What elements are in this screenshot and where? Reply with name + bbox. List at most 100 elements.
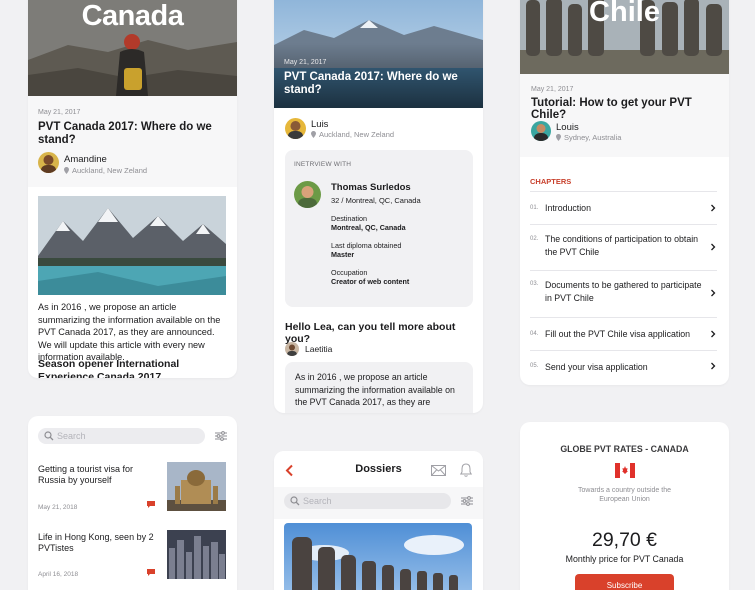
article-title[interactable]: PVT Canada 2017: Where do we stand? bbox=[284, 71, 469, 97]
dossiers-card: Dossiers Search bbox=[274, 451, 483, 590]
article-paragraph: As in 2016 , we propose an article summa… bbox=[38, 302, 221, 363]
city-skyline-thumbnail bbox=[167, 530, 226, 579]
avatar[interactable] bbox=[531, 121, 551, 141]
author-location: Sydney, Australia bbox=[556, 133, 621, 142]
subscribe-button-label: Subscribe bbox=[606, 581, 643, 590]
location-pin-icon bbox=[64, 167, 69, 174]
interview-card[interactable]: May 21, 2017 PVT Canada 2017: Where do w… bbox=[274, 0, 483, 413]
avatar-portrait bbox=[534, 124, 548, 141]
moai-photo bbox=[284, 523, 472, 590]
author-location: Auckland, New Zeland bbox=[311, 130, 394, 139]
list-item-title: Getting a tourist visa for Russia by you… bbox=[38, 464, 134, 485]
lake-mountain-image bbox=[38, 196, 226, 295]
interviewee-avatar bbox=[294, 181, 321, 208]
cathedral-thumbnail bbox=[167, 462, 226, 511]
article-card-canada[interactable]: Canada May 21, 2017 PVT Canada 2017: Whe… bbox=[28, 0, 237, 378]
chapter-label: The conditions of participation to obtai… bbox=[545, 234, 699, 257]
list-item-thumbnail bbox=[167, 462, 226, 511]
article-title[interactable]: Tutorial: How to get your PVT Chile? bbox=[531, 97, 726, 121]
chapter-item-2[interactable]: 02. The conditions of participation to o… bbox=[520, 225, 729, 271]
field-occupation-value: Creator of web content bbox=[331, 277, 410, 286]
chevron-right-icon bbox=[711, 330, 716, 338]
price-value: 29,70 € bbox=[591, 529, 658, 551]
interview-box: INETRVIEW WITH Thomas Surledos 32 / Mont… bbox=[285, 150, 473, 307]
interviewee-info: 32 / Montreal, QC, Canada bbox=[331, 196, 421, 205]
chapter-label: Fill out the PVT Chile visa application bbox=[545, 329, 691, 339]
chapter-item-4[interactable]: 04. Fill out the PVT Chile visa applicat… bbox=[520, 318, 729, 351]
chapter-number: 03. bbox=[530, 281, 539, 287]
section-subheading: Season opener International Experience C… bbox=[38, 358, 180, 378]
chapter-label: Introduction bbox=[545, 203, 591, 213]
field-diploma-value: Master bbox=[331, 250, 355, 259]
lake-mountains-illustration bbox=[38, 196, 226, 295]
pricing-heading: GLOBE PVT RATES - CANADA bbox=[560, 444, 689, 454]
interview-question: Hello Lea, can you tell more about you? bbox=[285, 321, 456, 345]
responder-avatar bbox=[285, 342, 299, 356]
price-caption: Monthly price for PVT Canada bbox=[565, 554, 684, 564]
location-pin-icon bbox=[311, 131, 316, 138]
chapter-number: 05. bbox=[530, 363, 539, 369]
search-placeholder: Search bbox=[57, 431, 86, 441]
author-name[interactable]: Luis bbox=[311, 119, 328, 130]
answer-box: As in 2016 , we propose an article summa… bbox=[285, 362, 473, 413]
search-input[interactable]: Search bbox=[284, 493, 451, 509]
responder-name: Laetitia bbox=[305, 344, 333, 354]
interviewee-name: Thomas Surledos bbox=[331, 182, 411, 193]
chevron-right-icon bbox=[711, 243, 716, 251]
avatar[interactable] bbox=[38, 152, 59, 173]
author-location-text: Sydney, Australia bbox=[564, 133, 622, 142]
chapter-item-5[interactable]: 05. Send your visa application bbox=[520, 351, 729, 381]
bell-icon[interactable] bbox=[460, 463, 472, 477]
search-placeholder: Search bbox=[303, 496, 332, 506]
list-item-title: Life in Hong Kong, seen by 2 PVTistes bbox=[38, 532, 154, 553]
chevron-right-icon bbox=[711, 289, 716, 297]
filter-icon[interactable] bbox=[461, 496, 473, 506]
comment-icon[interactable] bbox=[146, 500, 156, 509]
chapter-number: 04. bbox=[530, 331, 539, 337]
mail-icon[interactable] bbox=[431, 465, 446, 476]
article-date: May 21, 2017 bbox=[38, 109, 81, 116]
article-date: May 21, 2017 bbox=[284, 59, 327, 66]
articles-list-card: Search Getting a tourist visa for Russia… bbox=[28, 416, 237, 590]
avatar-portrait bbox=[288, 121, 303, 139]
field-destination-label: Destination bbox=[331, 214, 367, 223]
author-name[interactable]: Louis bbox=[556, 122, 579, 133]
hero-title: Canada bbox=[81, 0, 184, 32]
field-diploma-label: Last diploma obtained bbox=[331, 241, 402, 250]
list-item[interactable]: Life in Hong Kong, seen by 2 PVTistes Ap… bbox=[28, 528, 237, 586]
list-item-date: April 16, 2018 bbox=[38, 571, 79, 578]
chapter-item-3[interactable]: 03. Documents to be gathered to particip… bbox=[520, 271, 729, 318]
field-destination-value: Montreal, QC, Canada bbox=[331, 223, 406, 232]
app-header: Dossiers bbox=[274, 451, 483, 487]
header-title: Dossiers bbox=[355, 463, 402, 475]
pricing-subtext: Towards a country outside the European U… bbox=[578, 487, 671, 503]
field-occupation-label: Occupation bbox=[331, 268, 368, 277]
author-location-text: Auckland, New Zeland bbox=[72, 166, 148, 175]
search-icon bbox=[290, 496, 300, 506]
article-title[interactable]: PVT Canada 2017: Where do we stand? bbox=[38, 121, 213, 147]
avatar-portrait bbox=[41, 155, 56, 173]
filter-icon[interactable] bbox=[215, 431, 227, 441]
comment-icon[interactable] bbox=[146, 568, 156, 577]
avatar-portrait bbox=[287, 344, 297, 356]
chapter-item-1[interactable]: 01. Introduction bbox=[520, 192, 729, 225]
author-name[interactable]: Amandine bbox=[64, 154, 107, 165]
tutorial-card-chile[interactable]: Chile May 21, 2017 Tutorial: How to get … bbox=[520, 0, 729, 385]
list-item-thumbnail bbox=[167, 530, 226, 579]
author-location-text: Auckland, New Zeland bbox=[319, 130, 395, 139]
chevron-right-icon bbox=[711, 362, 716, 370]
subscribe-button[interactable]: Subscribe bbox=[575, 574, 674, 590]
author-location: Auckland, New Zeland bbox=[64, 166, 147, 175]
pricing-card: GLOBE PVT RATES - CANADA Towards a count… bbox=[520, 422, 729, 590]
interview-label: INETRVIEW WITH bbox=[294, 161, 352, 168]
chapters-label: CHAPTERS bbox=[530, 177, 572, 186]
search-icon bbox=[44, 431, 54, 441]
chapter-number: 01. bbox=[530, 205, 539, 211]
hero-title: Chile bbox=[589, 0, 660, 28]
list-item[interactable]: Getting a tourist visa for Russia by you… bbox=[28, 460, 237, 518]
canada-flag-icon bbox=[615, 463, 635, 478]
search-input[interactable]: Search bbox=[38, 428, 205, 444]
location-pin-icon bbox=[556, 134, 561, 141]
dossier-image[interactable] bbox=[284, 523, 472, 590]
avatar[interactable] bbox=[285, 118, 306, 139]
